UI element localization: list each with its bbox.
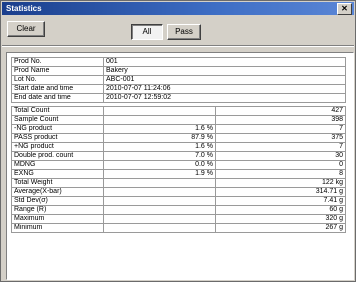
stat-value: 7.41 g xyxy=(215,196,346,206)
info-label: Start date and time xyxy=(11,84,104,94)
info-value: 2010-07-07 12:59:02 xyxy=(103,93,346,103)
stat-row: Total Weight 122 kg xyxy=(11,178,346,188)
statistics-panel: Prod No. 001 Prod Name Bakery Lot No. ABC-001… xyxy=(6,52,354,280)
stat-value: 7 xyxy=(215,124,346,134)
stat-label: Total Count xyxy=(11,106,104,116)
stat-row: PASS product 87.9 % 375 xyxy=(11,133,346,143)
stat-value: 7 xyxy=(215,142,346,152)
stat-percent: 0.0 % xyxy=(103,160,216,170)
stat-label: Average(X-bar) xyxy=(11,187,104,197)
tab-all[interactable]: All xyxy=(131,24,163,40)
stat-percent: 87.9 % xyxy=(103,133,216,143)
stat-value: 8 xyxy=(215,169,346,179)
stat-value: 320 g xyxy=(215,214,346,224)
info-label: Prod No. xyxy=(11,57,104,67)
tab-pass[interactable]: Pass xyxy=(167,24,201,40)
stat-value: 314.71 g xyxy=(215,187,346,197)
stat-percent: 1.9 % xyxy=(103,169,216,179)
stat-label: -NG product xyxy=(11,124,104,134)
stat-label: Double prod. count xyxy=(11,151,104,161)
stat-percent xyxy=(103,196,216,206)
info-value: 001 xyxy=(103,57,346,67)
info-value: 2010-07-07 11:24:06 xyxy=(103,84,346,94)
stat-row: -NG product 1.6 % 7 xyxy=(11,124,346,134)
info-value: Bakery xyxy=(103,66,346,76)
stat-percent xyxy=(103,223,216,233)
stat-percent xyxy=(103,178,216,188)
stat-label: Total Weight xyxy=(11,178,104,188)
stat-row: Sample Count 398 xyxy=(11,115,346,125)
clear-button[interactable]: Clear xyxy=(7,21,45,37)
stat-value: 60 g xyxy=(215,205,346,215)
stat-label: +NG product xyxy=(11,142,104,152)
statistics-window: Statistics ✕ Clear All Pass Prod No. 001 P… xyxy=(0,0,356,282)
statistics-table: Prod No. 001 Prod Name Bakery Lot No. ABC-001… xyxy=(11,57,346,233)
stat-value: 122 kg xyxy=(215,178,346,188)
stat-value: 0 xyxy=(215,160,346,170)
stat-label: PASS product xyxy=(11,133,104,143)
stat-row: Average(X-bar) 314.71 g xyxy=(11,187,346,197)
stat-value: 398 xyxy=(215,115,346,125)
stat-label: Maximum xyxy=(11,214,104,224)
stat-row: MDNG 0.0 % 0 xyxy=(11,160,346,170)
stat-percent xyxy=(103,214,216,224)
stat-row: EXNG 1.9 % 8 xyxy=(11,169,346,179)
stat-value: 267 g xyxy=(215,223,346,233)
toolbar-divider xyxy=(2,45,354,47)
info-label: End date and time xyxy=(11,93,104,103)
stat-label: Range (R) xyxy=(11,205,104,215)
stat-row: Std Dev(σ) 7.41 g xyxy=(11,196,346,206)
stat-percent xyxy=(103,115,216,125)
info-label: Lot No. xyxy=(11,75,104,85)
stat-value: 30 xyxy=(215,151,346,161)
stat-label: Sample Count xyxy=(11,115,104,125)
stat-row: Range (R) 60 g xyxy=(11,205,346,215)
stat-value: 427 xyxy=(215,106,346,116)
stat-percent xyxy=(103,187,216,197)
stat-row: +NG product 1.6 % 7 xyxy=(11,142,346,152)
close-icon: ✕ xyxy=(341,4,348,13)
info-row: Start date and time 2010-07-07 11:24:06 xyxy=(11,84,346,94)
info-row: Prod No. 001 xyxy=(11,57,346,67)
info-label: Prod Name xyxy=(11,66,104,76)
stat-value: 375 xyxy=(215,133,346,143)
stat-percent: 1.6 % xyxy=(103,142,216,152)
stat-percent: 1.6 % xyxy=(103,124,216,134)
stat-label: Minimum xyxy=(11,223,104,233)
stat-label: MDNG xyxy=(11,160,104,170)
stat-row: Minimum 267 g xyxy=(11,223,346,233)
title-bar: Statistics ✕ xyxy=(2,2,354,15)
info-value: ABC-001 xyxy=(103,75,346,85)
stat-percent xyxy=(103,205,216,215)
stat-percent: 7.0 % xyxy=(103,151,216,161)
stat-percent xyxy=(103,106,216,116)
close-button[interactable]: ✕ xyxy=(337,3,352,15)
stat-row: Double prod. count 7.0 % 30 xyxy=(11,151,346,161)
info-row: End date and time 2010-07-07 12:59:02 xyxy=(11,93,346,103)
info-row: Prod Name Bakery xyxy=(11,66,346,76)
stat-label: EXNG xyxy=(11,169,104,179)
stat-row: Maximum 320 g xyxy=(11,214,346,224)
window-title: Statistics xyxy=(6,4,42,13)
info-row: Lot No. ABC-001 xyxy=(11,75,346,85)
stat-label: Std Dev(σ) xyxy=(11,196,104,206)
stat-row: Total Count 427 xyxy=(11,106,346,116)
